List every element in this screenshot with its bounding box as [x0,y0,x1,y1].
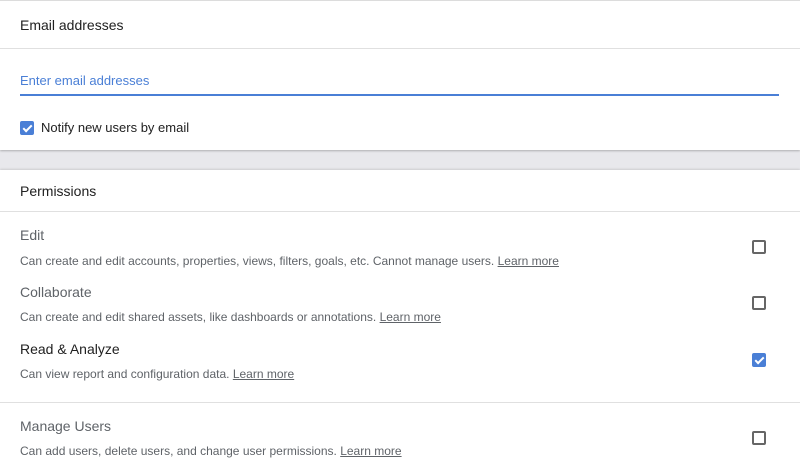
notify-checkbox[interactable] [20,120,34,135]
permission-manage-users-description: Can add users, delete users, and change … [20,444,402,458]
permission-manage-users-title: Manage Users [20,418,112,434]
notify-label: Notify new users by email [41,120,190,135]
permission-collaborate-title: Collaborate [20,284,92,300]
permission-read-analyze-learn-more-link[interactable]: Learn more [233,367,294,381]
permission-read-analyze-title: Read & Analyze [20,341,120,357]
permission-edit-learn-more-link[interactable]: Learn more [498,254,559,268]
permission-manage-users-learn-more-link[interactable]: Learn more [340,444,401,458]
email-input[interactable] [20,67,779,94]
permission-manage-users-checkbox-wrap[interactable] [752,431,766,450]
permission-edit-description: Can create and edit accounts, properties… [20,254,559,268]
permission-collaborate-learn-more-link[interactable]: Learn more [380,310,441,324]
permissions-card: Permissions Edit Can create and edit acc… [0,170,800,473]
notify-checkbox-row[interactable]: Notify new users by email [20,120,189,135]
permission-edit-title: Edit [20,227,45,243]
permission-edit-checkbox[interactable] [752,240,766,254]
email-input-underline [20,67,779,96]
email-section-title: Email addresses [0,1,800,49]
permission-read-analyze-description: Can view report and configuration data. … [20,367,295,381]
email-card: Email addresses Notify new users by emai… [0,0,800,150]
permission-collaborate-checkbox-wrap[interactable] [752,296,766,315]
permission-collaborate-description: Can create and edit shared assets, like … [20,310,441,324]
permission-collaborate-checkbox[interactable] [752,296,766,310]
permission-read-analyze-checkbox-wrap[interactable] [752,353,766,372]
permission-manage-users-checkbox[interactable] [752,431,766,445]
permission-read-analyze-checkbox[interactable] [752,353,766,367]
permissions-section-title: Permissions [0,170,800,212]
permissions-divider [0,402,800,403]
permission-edit-checkbox-wrap[interactable] [752,240,766,259]
